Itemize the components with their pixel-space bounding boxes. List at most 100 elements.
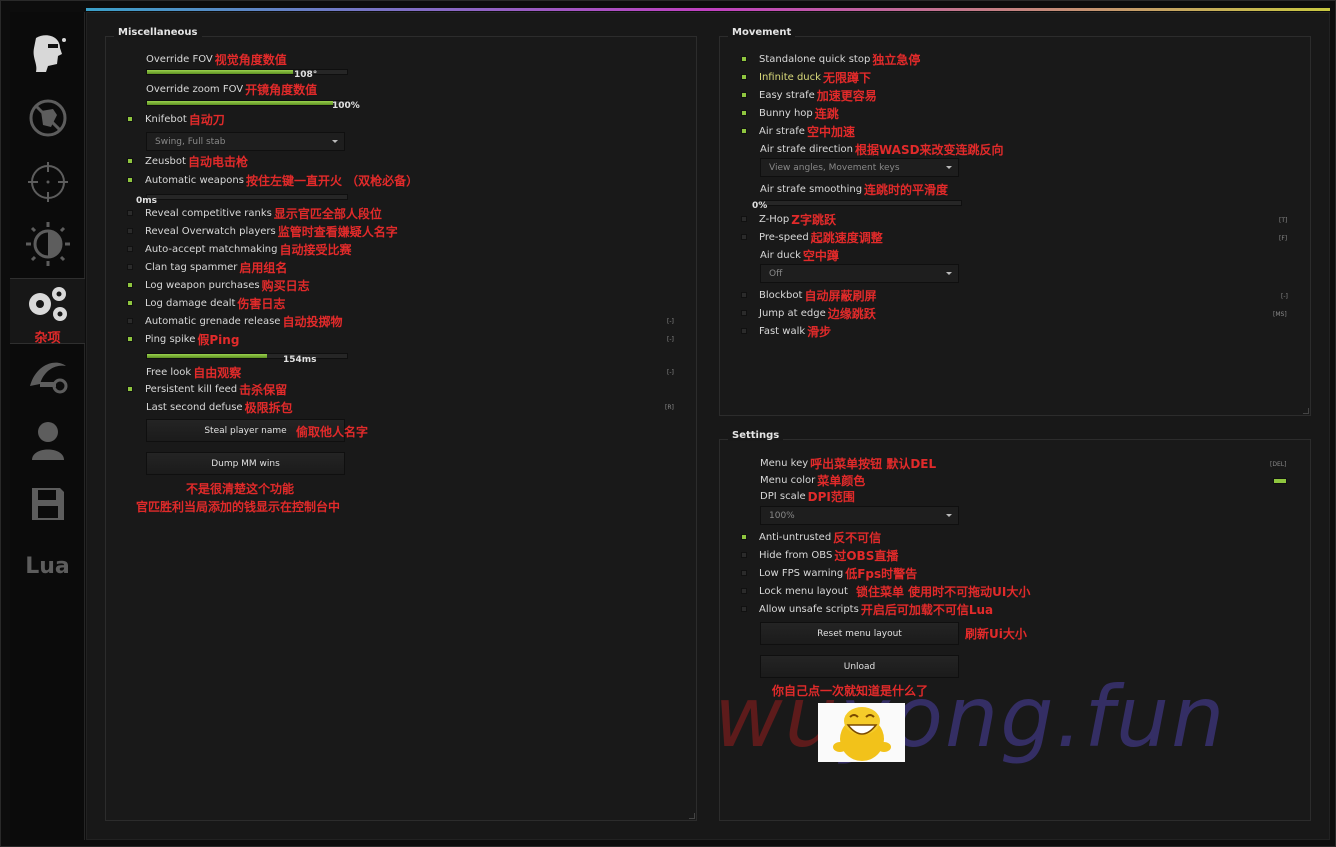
reveal-overwatch-row[interactable]: Reveal Overwatch players 监管时查看嫌疑人名字	[127, 224, 398, 239]
reveal-ranks-note: 显示官匹全部人段位	[273, 206, 382, 221]
tab-config[interactable]	[10, 472, 85, 536]
reveal-ranks-row[interactable]: Reveal competitive ranks 显示官匹全部人段位	[127, 206, 382, 221]
auto-weapons-delay-slider[interactable]	[146, 194, 348, 200]
easy-strafe-checkbox[interactable]	[741, 92, 747, 98]
air-duck-dropdown[interactable]: Off	[760, 264, 959, 283]
jump-at-edge-hotkey[interactable]: [MS]	[1273, 311, 1287, 318]
free-look-hotkey[interactable]: [-]	[667, 369, 674, 376]
pre-speed-hotkey[interactable]: [F]	[1279, 235, 1287, 242]
free-look-row[interactable]: Free look 自由观察	[146, 365, 241, 380]
reveal-ranks-label: Reveal competitive ranks	[145, 207, 272, 219]
bunny-hop-checkbox[interactable]	[741, 110, 747, 116]
persistent-killfeed-row[interactable]: Persistent kill feed 击杀保留	[127, 382, 287, 397]
tab-lua[interactable]: Lua	[10, 534, 85, 598]
bunny-hop-row[interactable]: Bunny hop 连跳	[741, 106, 839, 121]
pre-speed-checkbox[interactable]	[741, 234, 747, 240]
auto-grenade-checkbox[interactable]	[127, 318, 133, 324]
air-strafe-checkbox[interactable]	[741, 128, 747, 134]
lock-layout-checkbox[interactable]	[741, 588, 747, 594]
air-strafe-direction-dropdown[interactable]: View angles, Movement keys	[760, 158, 959, 177]
tab-ragebot[interactable]	[10, 20, 85, 84]
ping-spike-value: 154ms	[283, 355, 317, 365]
dump-mm-wins-button[interactable]: Dump MM wins	[146, 452, 345, 475]
quick-stop-checkbox[interactable]	[741, 56, 747, 62]
low-fps-checkbox[interactable]	[741, 570, 747, 576]
low-fps-row[interactable]: Low FPS warning 低Fps时警告	[741, 566, 917, 581]
air-strafe-row[interactable]: Air strafe 空中加速	[741, 124, 855, 139]
last-second-defuse-row[interactable]: Last second defuse 极限拆包	[146, 400, 293, 415]
automatic-weapons-checkbox[interactable]	[127, 177, 133, 183]
zeusbot-checkbox[interactable]	[127, 158, 133, 164]
quick-stop-row[interactable]: Standalone quick stop 独立急停	[741, 52, 920, 67]
knifebot-checkbox[interactable]	[127, 116, 133, 122]
movement-resize-handle[interactable]	[1303, 408, 1309, 414]
tab-misc[interactable]: 杂项	[10, 278, 85, 346]
ping-spike-checkbox[interactable]	[127, 336, 133, 342]
hide-obs-row[interactable]: Hide from OBS 过OBS直播	[741, 548, 898, 563]
log-damage-note: 伤害日志	[237, 296, 286, 311]
blockbot-hotkey[interactable]: [-]	[1281, 293, 1288, 300]
unsafe-scripts-checkbox[interactable]	[741, 606, 747, 612]
z-hop-hotkey[interactable]: [T]	[1279, 217, 1287, 224]
anti-untrusted-checkbox[interactable]	[741, 534, 747, 540]
ping-spike-note: 假Ping	[197, 332, 240, 347]
easy-strafe-note: 加速更容易	[816, 88, 877, 103]
z-hop-checkbox[interactable]	[741, 216, 747, 222]
override-zoom-fov-slider[interactable]	[146, 100, 348, 106]
fast-walk-row[interactable]: Fast walk 滑步	[741, 324, 831, 339]
jump-at-edge-checkbox[interactable]	[741, 310, 747, 316]
blockbot-checkbox[interactable]	[741, 292, 747, 298]
tab-players[interactable]	[10, 408, 85, 472]
easy-strafe-row[interactable]: Easy strafe 加速更容易	[741, 88, 877, 103]
override-fov-slider[interactable]	[146, 69, 348, 75]
zeusbot-row[interactable]: Zeusbot 自动电击枪	[127, 154, 248, 169]
auto-grenade-hotkey[interactable]: [-]	[667, 318, 674, 325]
persistent-killfeed-checkbox[interactable]	[127, 386, 133, 392]
lock-layout-row[interactable]: Lock menu layout 锁住菜单 使用时不可拖动UI大小	[741, 584, 1030, 599]
z-hop-row[interactable]: Z-Hop Z字跳跃	[741, 212, 836, 227]
log-purchases-row[interactable]: Log weapon purchases 购买日志	[127, 278, 310, 293]
knifebot-mode-dropdown[interactable]: Swing, Full stab	[146, 132, 345, 151]
fast-walk-checkbox[interactable]	[741, 328, 747, 334]
ping-spike-hotkey[interactable]: [-]	[667, 336, 674, 343]
reveal-overwatch-checkbox[interactable]	[127, 228, 133, 234]
last-second-defuse-note: 极限拆包	[244, 400, 293, 415]
gears-icon	[28, 287, 67, 321]
reset-menu-layout-button[interactable]: Reset menu layout	[760, 622, 959, 645]
tab-legit[interactable]	[10, 150, 85, 214]
menu-key-hotkey[interactable]: [DEL]	[1270, 461, 1286, 468]
reveal-ranks-checkbox[interactable]	[127, 210, 133, 216]
settings-group-title: Settings	[728, 430, 784, 441]
auto-grenade-row[interactable]: Automatic grenade release 自动投掷物	[127, 314, 342, 329]
ping-spike-slider[interactable]	[146, 353, 348, 359]
anti-untrusted-row[interactable]: Anti-untrusted 反不可信	[741, 530, 881, 545]
log-damage-checkbox[interactable]	[127, 300, 133, 306]
air-strafe-smoothing-slider[interactable]	[760, 200, 962, 206]
infinite-duck-row[interactable]: Infinite duck 无限蹲下	[741, 70, 871, 85]
pre-speed-row[interactable]: Pre-speed 起跳速度调整	[741, 230, 883, 245]
steal-player-name-note: 偷取他人名字	[296, 425, 369, 439]
tab-antiaim[interactable]	[10, 86, 85, 150]
clan-tag-checkbox[interactable]	[127, 264, 133, 270]
log-purchases-checkbox[interactable]	[127, 282, 133, 288]
tab-visuals[interactable]	[10, 212, 85, 276]
dpi-scale-dropdown[interactable]: 100%	[760, 506, 959, 525]
last-second-defuse-hotkey[interactable]: [R]	[665, 404, 674, 411]
crosshair-icon	[27, 162, 68, 202]
unsafe-scripts-row[interactable]: Allow unsafe scripts 开启后可加载不可信Lua	[741, 602, 993, 617]
z-hop-label: Z-Hop	[759, 213, 790, 225]
infinite-duck-checkbox[interactable]	[741, 74, 747, 80]
auto-accept-row[interactable]: Auto-accept matchmaking 自动接受比赛	[127, 242, 352, 257]
automatic-weapons-row[interactable]: Automatic weapons 按住左键一直开火 （双枪必备）	[127, 173, 418, 188]
hide-obs-checkbox[interactable]	[741, 552, 747, 558]
jump-at-edge-row[interactable]: Jump at edge 边缘跳跃	[741, 306, 876, 321]
misc-resize-handle[interactable]	[689, 813, 695, 819]
blockbot-row[interactable]: Blockbot 自动屏蔽刷屏	[741, 288, 876, 303]
clan-tag-row[interactable]: Clan tag spammer 启用组名	[127, 260, 287, 275]
auto-accept-checkbox[interactable]	[127, 246, 133, 252]
menu-color-swatch[interactable]	[1273, 478, 1287, 484]
ping-spike-row[interactable]: Ping spike 假Ping	[127, 332, 240, 347]
knifebot-row[interactable]: Knifebot 自动刀	[127, 112, 225, 127]
tab-skins[interactable]	[10, 344, 85, 408]
log-damage-row[interactable]: Log damage dealt 伤害日志	[127, 296, 286, 311]
